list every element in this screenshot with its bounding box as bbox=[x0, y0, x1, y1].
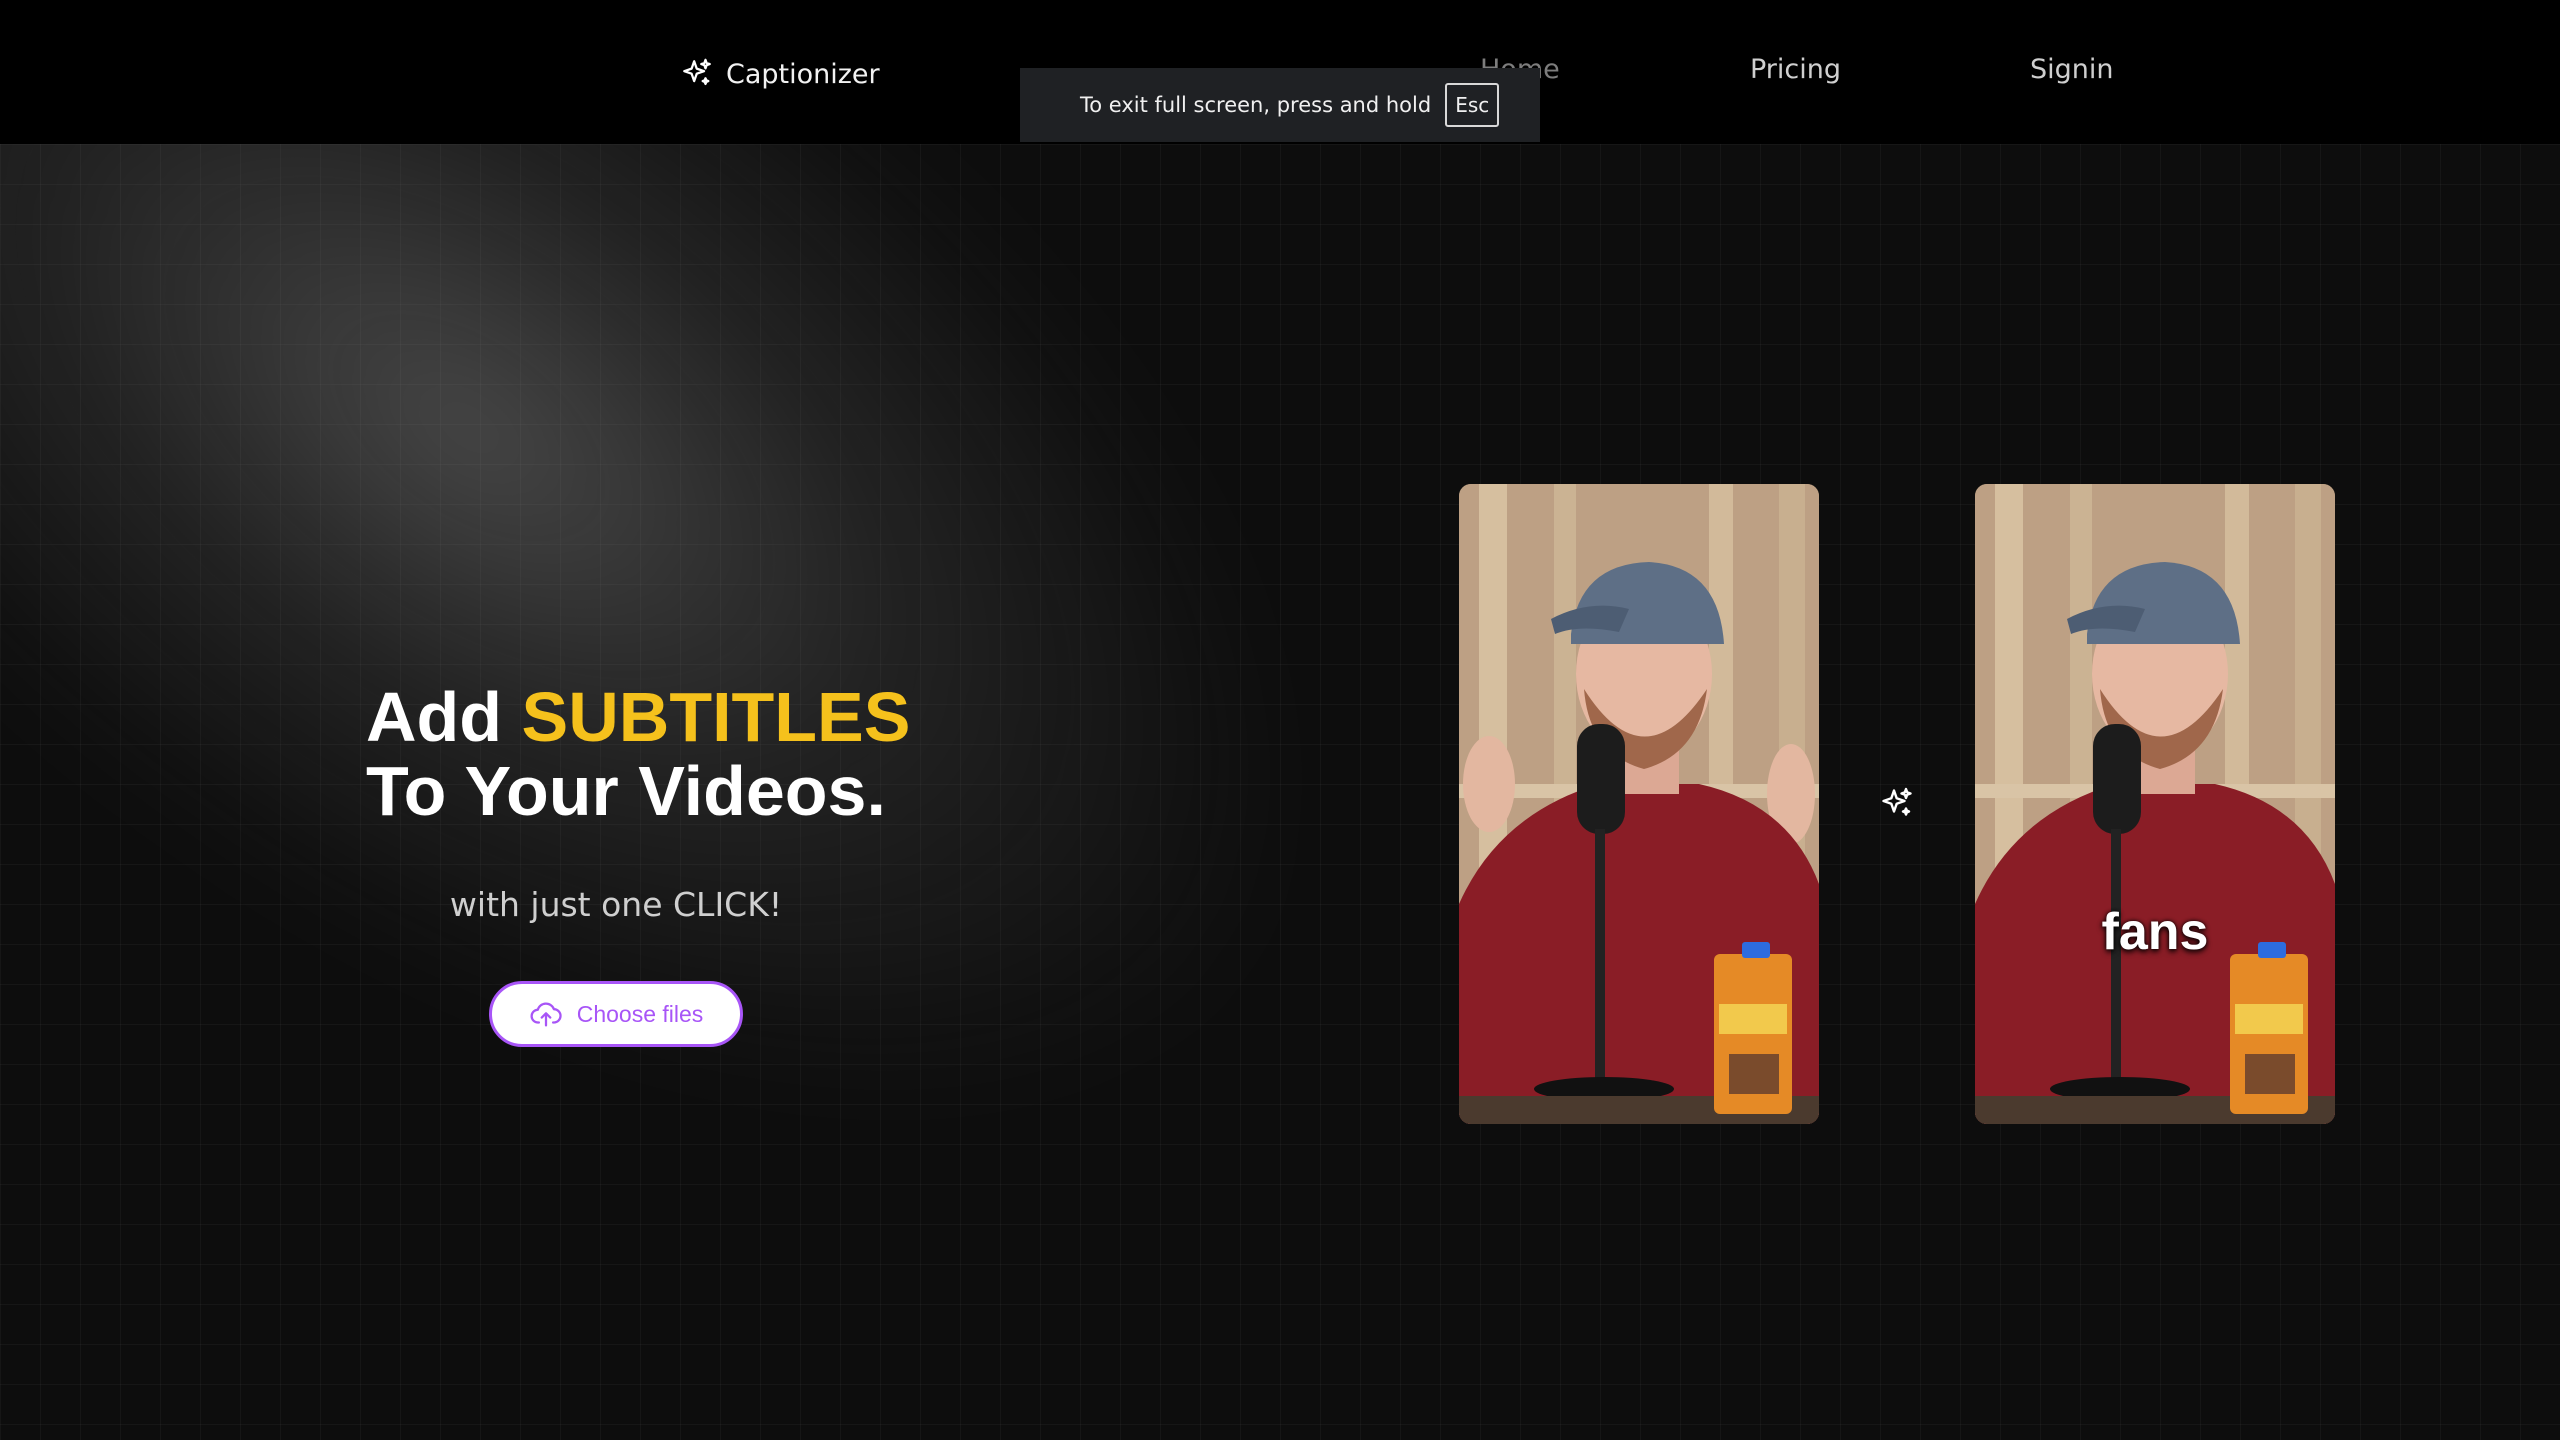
video-frame-image bbox=[1975, 484, 2335, 1124]
cloud-upload-icon bbox=[530, 1002, 562, 1027]
choose-files-label: Choose files bbox=[576, 1000, 704, 1027]
fullscreen-exit-notice: To exit full screen, press and hold Esc bbox=[1020, 68, 1540, 142]
brand-name: Captionizer bbox=[726, 58, 880, 90]
esc-key-badge: Esc bbox=[1445, 83, 1500, 127]
fullscreen-notice-text: To exit full screen, press and hold bbox=[1080, 93, 1432, 117]
sparkles-icon bbox=[1882, 787, 1912, 816]
hero-headline: Add SUBTITLES To Your Videos. bbox=[366, 680, 1086, 828]
video-preview-after[interactable]: fans bbox=[1975, 484, 2335, 1124]
hero-subline: with just one CLICK! bbox=[449, 885, 783, 924]
sparkles-icon bbox=[683, 58, 711, 86]
subtitle-caption: fans bbox=[2101, 903, 2209, 961]
nav-signin-link[interactable]: Signin bbox=[2030, 54, 2114, 85]
video-preview-before[interactable] bbox=[1459, 484, 1819, 1124]
video-frame-image bbox=[1459, 484, 1819, 1124]
headline-line2: To Your Videos. bbox=[366, 752, 886, 830]
nav-pricing-link[interactable]: Pricing bbox=[1750, 54, 1841, 85]
page: Captionizer Home Pricing Signin To exit … bbox=[0, 0, 2560, 1440]
headline-accent: SUBTITLES bbox=[521, 678, 911, 756]
choose-files-button[interactable]: Choose files bbox=[489, 981, 743, 1047]
headline-prefix: Add bbox=[366, 678, 522, 756]
brand-logo[interactable]: Captionizer bbox=[680, 52, 880, 96]
